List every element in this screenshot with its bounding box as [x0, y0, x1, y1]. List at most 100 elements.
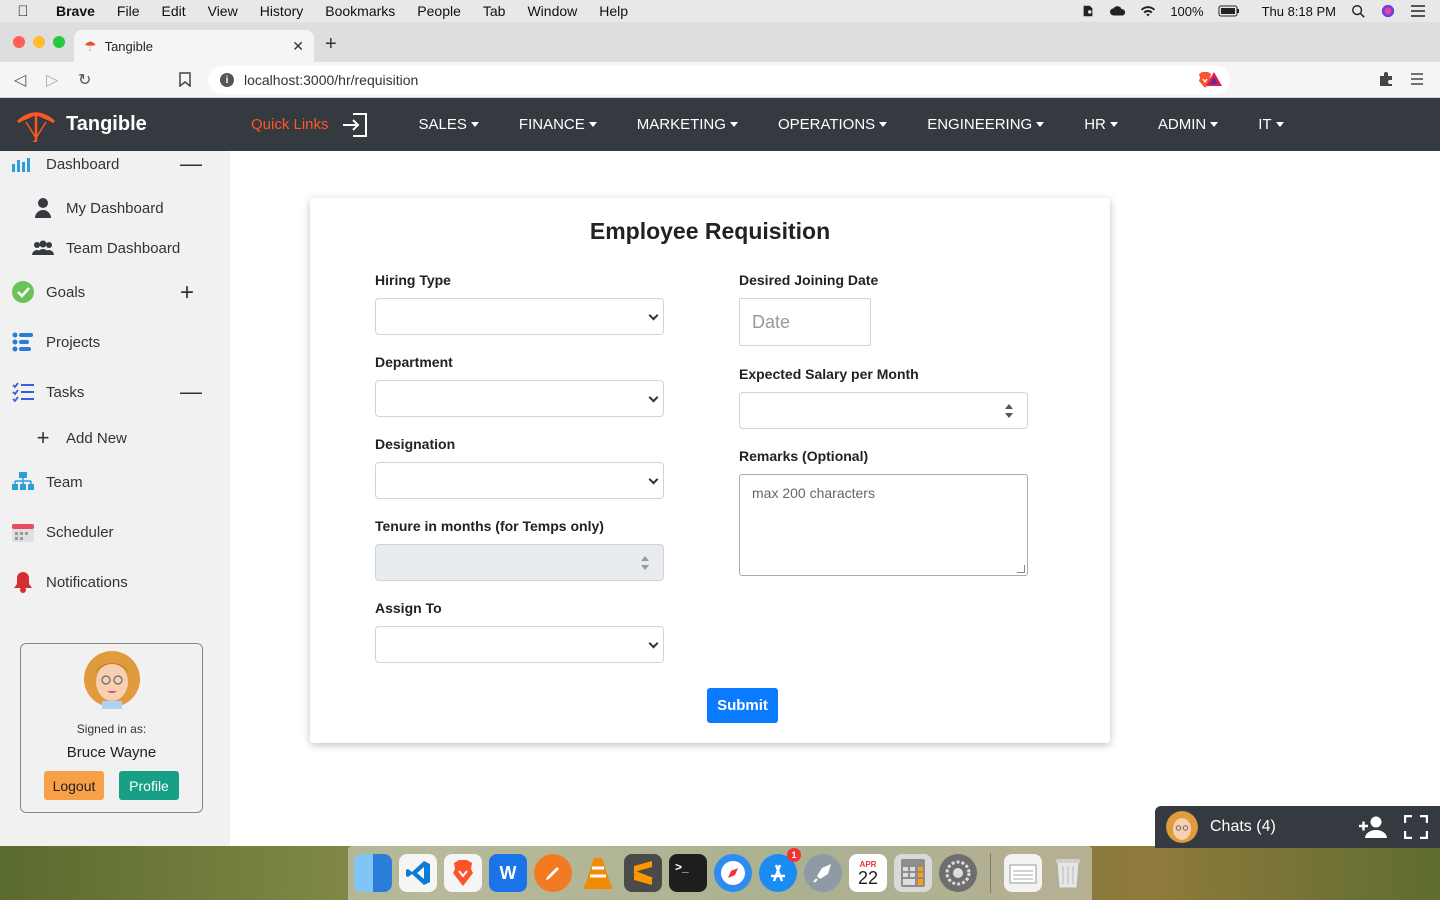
sidebar-label-scheduler: Scheduler: [46, 523, 114, 541]
forward-icon[interactable]: ▷: [46, 70, 58, 90]
chat-avatar: [1166, 811, 1198, 843]
avatar[interactable]: [83, 649, 140, 709]
menu-window[interactable]: Window: [516, 3, 588, 19]
vscode-icon[interactable]: [399, 854, 437, 892]
joining-date-input[interactable]: Date: [739, 298, 871, 346]
spinner-icon[interactable]: [1005, 404, 1013, 420]
calculator-icon[interactable]: [894, 854, 932, 892]
browser-tab-tangible[interactable]: ☂ Tangible ✕: [74, 30, 314, 62]
tenure-input[interactable]: [375, 544, 664, 581]
menu-history[interactable]: History: [249, 3, 315, 19]
wifi-icon[interactable]: [1140, 4, 1156, 18]
battery-icon[interactable]: [1218, 4, 1240, 18]
app-store-icon[interactable]: 1: [759, 848, 801, 892]
brand[interactable]: Tangible: [16, 108, 246, 142]
nav-it-label: IT: [1258, 116, 1272, 133]
collapse-tasks-icon[interactable]: —: [180, 381, 202, 403]
battery-percent: 100%: [1170, 3, 1204, 19]
chat-widget[interactable]: Chats (4): [1155, 806, 1440, 848]
launchpad-icon[interactable]: [804, 854, 842, 892]
fullscreen-icon[interactable]: [1404, 815, 1428, 839]
resize-grip-icon[interactable]: [1017, 565, 1025, 573]
bell-icon: [12, 571, 34, 593]
sidebar-item-tasks[interactable]: Tasks: [12, 381, 84, 403]
salary-label: Expected Salary per Month: [739, 366, 919, 382]
hiring-type-label: Hiring Type: [375, 272, 451, 288]
assign-to-select[interactable]: [375, 626, 664, 663]
sidebar-item-team-dashboard[interactable]: Team Dashboard: [32, 237, 180, 259]
nav-it[interactable]: IT: [1238, 116, 1303, 133]
finder-icon[interactable]: [354, 854, 392, 892]
spinner-icon[interactable]: [641, 556, 649, 572]
cloud-icon[interactable]: [1110, 4, 1126, 18]
sublime-text-icon[interactable]: [624, 854, 662, 892]
terminal-icon[interactable]: >_: [669, 854, 707, 892]
apple-icon[interactable]: : [0, 3, 46, 20]
evernote-icon[interactable]: [1080, 4, 1096, 18]
sidebar-item-team[interactable]: Team: [12, 471, 83, 493]
expand-goals-icon[interactable]: +: [180, 281, 194, 305]
remarks-textarea[interactable]: max 200 characters: [739, 474, 1028, 576]
trash-icon[interactable]: [1049, 854, 1087, 892]
caret-down-icon: [1036, 122, 1045, 127]
salary-input[interactable]: [739, 392, 1028, 429]
sidebar-item-projects[interactable]: Projects: [12, 331, 100, 353]
brave-icon[interactable]: [444, 854, 482, 892]
pen-app-icon[interactable]: [534, 854, 572, 892]
new-tab-icon[interactable]: +: [325, 33, 337, 56]
spotlight-search-icon[interactable]: [1350, 4, 1366, 18]
window-zoom-button[interactable]: [53, 36, 65, 48]
submit-button[interactable]: Submit: [707, 688, 778, 723]
caret-down-icon: [1210, 122, 1219, 127]
reload-icon[interactable]: ↻: [78, 70, 91, 90]
site-info-icon[interactable]: i: [220, 73, 234, 87]
menu-tab[interactable]: Tab: [472, 3, 517, 19]
nav-engineering[interactable]: ENGINEERING: [907, 116, 1064, 133]
downloads-stack-icon[interactable]: [1004, 854, 1042, 892]
menu-file[interactable]: File: [106, 3, 151, 19]
window-minimize-button[interactable]: [33, 36, 45, 48]
nav-marketing[interactable]: MARKETING: [617, 116, 758, 133]
sidebar-item-notifications[interactable]: Notifications: [12, 571, 128, 593]
menu-edit[interactable]: Edit: [150, 3, 196, 19]
nav-admin[interactable]: ADMIN: [1138, 116, 1238, 133]
bookmark-icon[interactable]: [179, 72, 191, 87]
profile-button[interactable]: Profile: [119, 771, 179, 800]
quick-links[interactable]: Quick Links: [251, 112, 369, 138]
sidebar-item-my-dashboard[interactable]: My Dashboard: [32, 197, 164, 219]
menu-app-name[interactable]: Brave: [46, 3, 106, 19]
sidebar-item-dashboard[interactable]: Dashboard: [12, 153, 119, 175]
url-field[interactable]: i localhost:3000/hr/requisition: [208, 66, 1230, 94]
add-user-icon[interactable]: [1358, 815, 1388, 839]
wps-icon[interactable]: W: [489, 854, 527, 892]
siri-icon[interactable]: [1380, 4, 1396, 18]
tab-close-icon[interactable]: ✕: [292, 38, 304, 55]
nav-operations[interactable]: OPERATIONS: [758, 116, 907, 133]
menu-view[interactable]: View: [197, 3, 249, 19]
window-close-button[interactable]: [13, 36, 25, 48]
sidebar-item-scheduler[interactable]: Scheduler: [12, 521, 114, 543]
back-icon[interactable]: ◁: [14, 70, 26, 90]
menu-bookmarks[interactable]: Bookmarks: [314, 3, 406, 19]
menubar-clock[interactable]: Thu 8:18 PM: [1262, 4, 1336, 19]
system-preferences-icon[interactable]: [939, 854, 977, 892]
hiring-type-select[interactable]: [375, 298, 664, 335]
logout-button[interactable]: Logout: [44, 771, 104, 800]
nav-hr[interactable]: HR: [1064, 116, 1138, 133]
notification-center-icon[interactable]: [1410, 4, 1426, 18]
department-select[interactable]: [375, 380, 664, 417]
collapse-dashboard-icon[interactable]: —: [180, 153, 202, 175]
menu-help[interactable]: Help: [588, 3, 639, 19]
browser-menu-icon[interactable]: [1411, 72, 1423, 86]
sidebar-item-add-new[interactable]: + Add New: [32, 425, 127, 450]
nav-sales[interactable]: SALES: [399, 116, 499, 133]
nav-finance[interactable]: FINANCE: [499, 116, 617, 133]
designation-select[interactable]: [375, 462, 664, 499]
safari-icon[interactable]: [714, 854, 752, 892]
calendar-app-icon[interactable]: APR 22: [849, 854, 887, 892]
sidebar-item-goals[interactable]: Goals: [12, 281, 85, 303]
vlc-icon[interactable]: [579, 854, 617, 892]
brave-rewards-icon[interactable]: [1205, 71, 1223, 87]
menu-people[interactable]: People: [406, 3, 472, 19]
extensions-icon[interactable]: [1378, 71, 1394, 87]
